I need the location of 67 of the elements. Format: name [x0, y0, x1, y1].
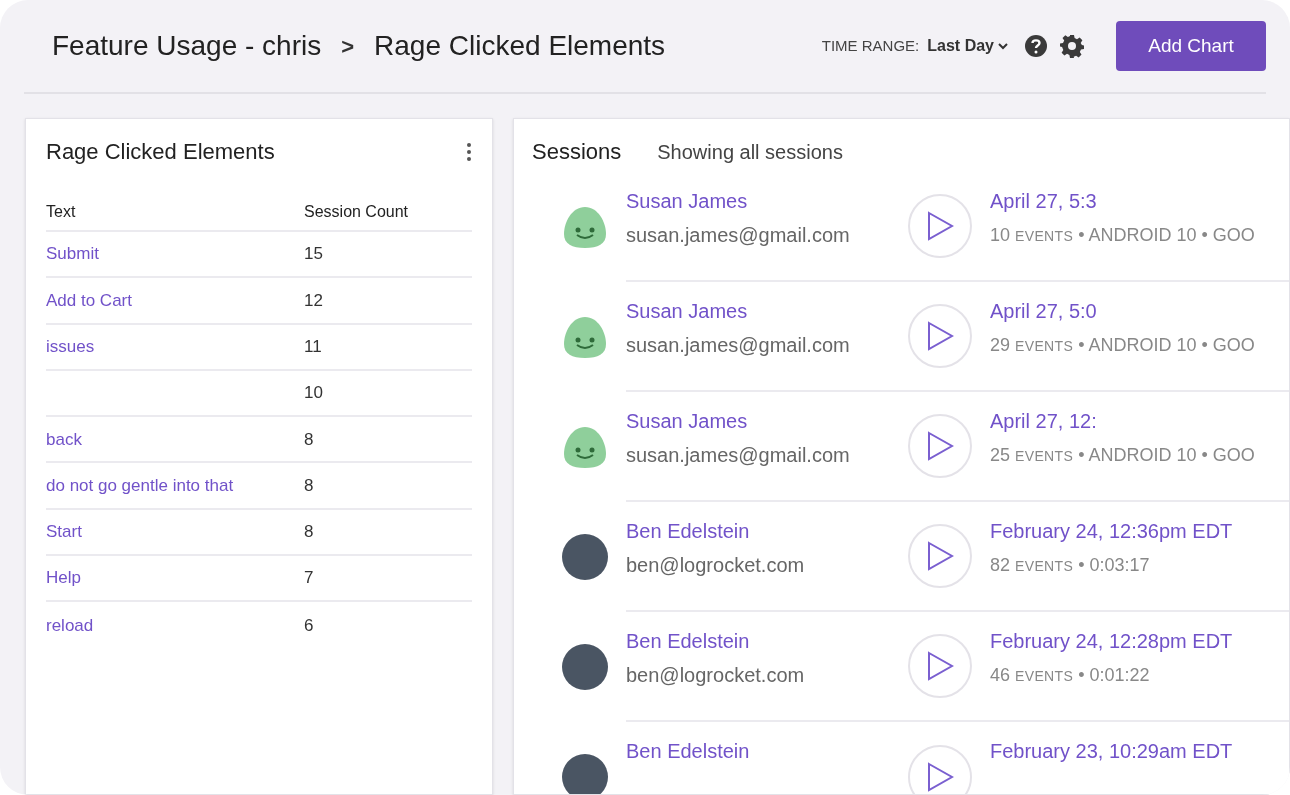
user-email: susan.james@gmail.com	[626, 223, 851, 248]
session-count: 7	[304, 567, 314, 590]
user-name[interactable]: Susan James	[626, 186, 908, 216]
help-icon[interactable]	[1024, 34, 1048, 58]
user-name[interactable]: Susan James	[626, 406, 908, 436]
element-link[interactable]: reload	[46, 615, 94, 635]
breadcrumb-separator: >	[341, 32, 355, 61]
session-count: 10	[304, 382, 323, 405]
page-title[interactable]: Feature Usage - chris	[52, 25, 322, 67]
play-icon	[926, 211, 954, 241]
column-header: Session Count	[304, 202, 409, 222]
element-link[interactable]: Add to Cart	[46, 290, 132, 310]
panel-title: Rage Clicked Elements	[46, 138, 275, 166]
avatar-photo-placeholder	[562, 534, 608, 580]
user-email: susan.james@gmail.com	[626, 333, 851, 358]
session-count: 15	[304, 243, 323, 266]
session-count: 11	[304, 336, 322, 358]
session-meta: 25 EVENTS • ANDROID 10 • GOO	[990, 444, 1255, 467]
play-icon	[926, 321, 954, 351]
avatar-blob-icon	[562, 204, 608, 250]
session-date[interactable]: April 27, 12:	[990, 406, 1255, 436]
add-chart-button[interactable]: Add Chart	[1116, 21, 1266, 71]
play-icon	[926, 431, 954, 461]
session-meta: 29 EVENTS • ANDROID 10 • GOO	[990, 334, 1255, 357]
session-meta: 46 EVENTS • 0:01:22	[990, 664, 1151, 687]
session-date[interactable]: April 27, 5:0	[990, 296, 1255, 326]
session-count: 8	[304, 428, 314, 451]
column-header: Text	[46, 202, 77, 222]
user-name[interactable]: Susan James	[626, 296, 908, 326]
user-name[interactable]: Ben Edelstein	[626, 736, 908, 766]
user-email: susan.james@gmail.com	[626, 443, 851, 468]
avatar-photo-placeholder	[562, 754, 608, 794]
session-meta: 10 EVENTS • ANDROID 10 • GOO	[990, 224, 1255, 247]
session-count: 6	[304, 614, 314, 637]
panel-subtitle: Showing all sessions	[657, 140, 843, 165]
user-email: ben@logrocket.com	[626, 663, 806, 688]
user-name[interactable]: Ben Edelstein	[626, 516, 908, 546]
session-date[interactable]: February 24, 12:28pm EDT	[990, 626, 1233, 656]
more-options-icon[interactable]	[466, 141, 472, 162]
element-link[interactable]: do not go gentle into that	[46, 475, 234, 495]
play-icon	[926, 762, 954, 792]
session-count: 12	[304, 289, 323, 312]
user-email: ben@logrocket.com	[626, 553, 806, 578]
element-link[interactable]: Help	[46, 568, 81, 588]
session-meta: 82 EVENTS • 0:03:17	[990, 554, 1151, 577]
session-date[interactable]: April 27, 5:3	[990, 186, 1255, 216]
session-count: 8	[304, 521, 314, 544]
page-title: Rage Clicked Elements	[374, 29, 666, 63]
play-icon	[926, 651, 954, 681]
element-link[interactable]: Start	[46, 522, 82, 542]
element-link[interactable]: Submit	[46, 244, 99, 264]
session-date[interactable]: February 23, 10:29am EDT	[990, 736, 1233, 766]
avatar-blob-icon	[562, 314, 608, 360]
panel-title: Sessions	[532, 138, 622, 166]
time-range-dropdown[interactable]: Last Day	[927, 34, 1008, 58]
time-range-label: TIME RANGE:	[821, 35, 920, 56]
element-link[interactable]: issues	[46, 337, 95, 356]
session-count: 8	[304, 474, 314, 497]
session-date[interactable]: February 24, 12:36pm EDT	[990, 516, 1233, 546]
settings-icon[interactable]	[1060, 34, 1084, 58]
user-name[interactable]: Ben Edelstein	[626, 626, 908, 656]
element-link[interactable]: back	[46, 429, 82, 449]
play-button[interactable]	[908, 745, 972, 794]
play-icon	[926, 541, 954, 571]
avatar-photo-placeholder	[562, 644, 608, 690]
chevron-down-icon	[998, 42, 1008, 50]
avatar-blob-icon	[562, 424, 608, 470]
